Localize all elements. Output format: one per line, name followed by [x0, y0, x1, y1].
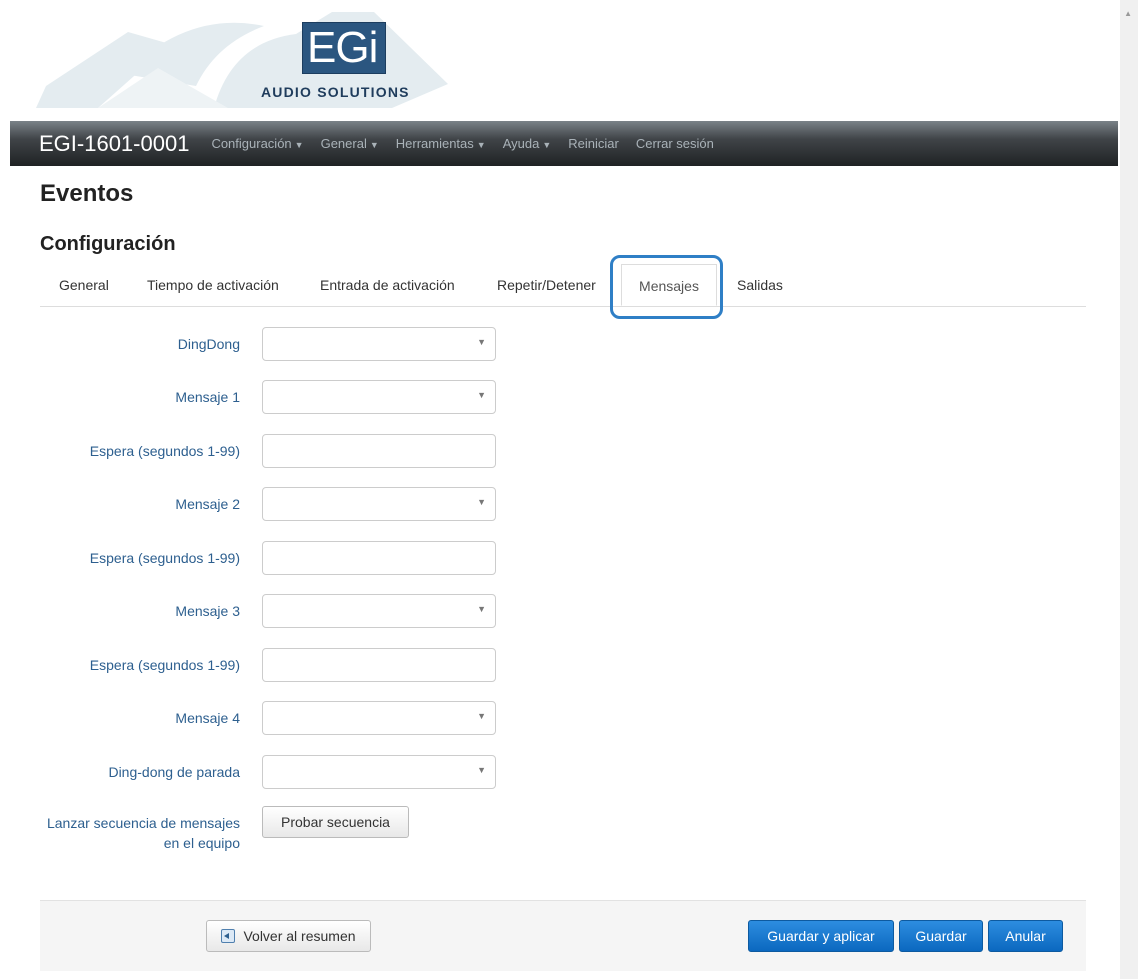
espera-1-input[interactable] — [262, 434, 496, 468]
chevron-down-icon: ▼ — [477, 390, 486, 400]
chevron-down-icon: ▼ — [477, 604, 486, 614]
nav-cerrar-sesion[interactable]: Cerrar sesión — [636, 136, 714, 151]
nav-reiniciar[interactable]: Reiniciar — [568, 136, 619, 151]
espera-3-input[interactable] — [262, 648, 496, 682]
footer-bar: Volver al resumen Guardar y aplicar Guar… — [40, 900, 1086, 971]
caret-down-icon: ▼ — [476, 140, 486, 150]
mensaje-2-select[interactable]: ▼ — [262, 487, 496, 521]
tab-mensajes[interactable]: Mensajes — [621, 264, 717, 306]
probar-secuencia-button[interactable]: Probar secuencia — [262, 806, 409, 838]
nav-ayuda[interactable]: Ayuda ▼ — [503, 136, 552, 151]
navbar-brand[interactable]: EGI-1601-0001 — [39, 131, 189, 157]
volver-resumen-label: Volver al resumen — [243, 928, 356, 944]
nav-configuracion-label: Configuración — [211, 136, 292, 151]
chevron-down-icon: ▼ — [477, 497, 486, 507]
mensaje-2-label: Mensaje 2 — [175, 496, 240, 512]
ding-dong-parada-select[interactable]: ▼ — [262, 755, 496, 789]
logo-subtitle: AUDIO SOLUTIONS — [261, 84, 410, 100]
tab-entrada-activacion[interactable]: Entrada de activación — [320, 264, 455, 306]
dingdong-label: DingDong — [177, 336, 240, 352]
tab-general[interactable]: General — [59, 264, 109, 306]
tab-tiempo-activacion[interactable]: Tiempo de activación — [147, 264, 279, 306]
tab-salidas[interactable]: Salidas — [737, 264, 783, 306]
mensaje-3-select[interactable]: ▼ — [262, 594, 496, 628]
espera-2-label: Espera (segundos 1-99) — [89, 550, 240, 566]
mensaje-1-select[interactable]: ▼ — [262, 380, 496, 414]
dingdong-select[interactable]: ▼ — [262, 327, 496, 361]
nav-configuracion[interactable]: Configuración ▼ — [211, 136, 303, 151]
espera-1-label: Espera (segundos 1-99) — [89, 443, 240, 459]
egi-logo: EGi AUDIO SOLUTIONS — [258, 22, 436, 102]
nav-herramientas-label: Herramientas — [395, 136, 474, 151]
caret-down-icon: ▼ — [294, 140, 304, 150]
tab-repetir-detener[interactable]: Repetir/Detener — [497, 264, 596, 306]
nav-general-label: General — [320, 136, 367, 151]
page-title: Eventos — [40, 180, 134, 207]
volver-resumen-button[interactable]: Volver al resumen — [206, 920, 371, 952]
tab-bar: General Tiempo de activación Entrada de … — [40, 264, 1086, 307]
sequence-label-line1: Lanzar secuencia de mensajes — [46, 815, 240, 831]
nav-general[interactable]: General ▼ — [321, 136, 379, 151]
espera-3-label: Espera (segundos 1-99) — [89, 657, 240, 673]
chevron-down-icon: ▼ — [477, 711, 486, 721]
guardar-aplicar-button[interactable]: Guardar y aplicar — [748, 920, 894, 952]
scroll-up-icon[interactable]: ▲ — [1124, 9, 1132, 18]
logo-box: EGi — [302, 22, 386, 74]
mensaje-1-label: Mensaje 1 — [175, 389, 240, 405]
header: EGi AUDIO SOLUTIONS — [0, 0, 1118, 118]
scrollbar[interactable]: ▲ — [1120, 0, 1138, 979]
anular-button[interactable]: Anular — [988, 920, 1063, 952]
mensaje-3-label: Mensaje 3 — [175, 603, 240, 619]
guardar-button[interactable]: Guardar — [899, 920, 983, 952]
back-arrow-icon — [221, 929, 236, 943]
logo-text: EGi — [307, 23, 378, 72]
caret-down-icon: ▼ — [369, 140, 379, 150]
chevron-down-icon: ▼ — [477, 765, 486, 775]
nav-herramientas[interactable]: Herramientas ▼ — [396, 136, 486, 151]
ding-dong-parada-label: Ding-dong de parada — [108, 764, 240, 780]
espera-2-input[interactable] — [262, 541, 496, 575]
mensaje-4-select[interactable]: ▼ — [262, 701, 496, 735]
mensaje-4-label: Mensaje 4 — [175, 710, 240, 726]
chevron-down-icon: ▼ — [477, 337, 486, 347]
nav-ayuda-label: Ayuda — [502, 136, 540, 151]
caret-down-icon: ▼ — [542, 140, 552, 150]
sequence-label: Lanzar secuencia de mensajes en el equip… — [40, 813, 240, 853]
section-title: Configuración — [40, 233, 176, 255]
sequence-label-line2: en el equipo — [163, 835, 240, 851]
navbar: EGI-1601-0001 Configuración ▼ General ▼ He… — [10, 121, 1118, 166]
